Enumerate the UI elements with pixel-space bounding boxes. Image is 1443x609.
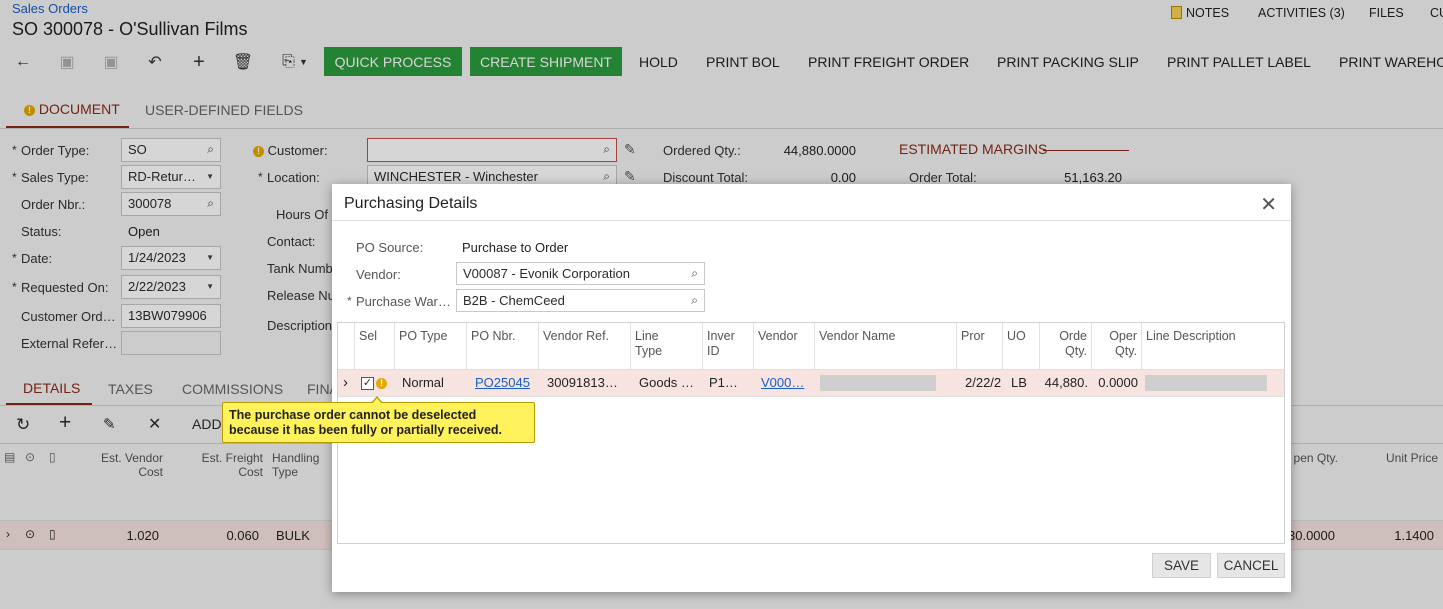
row-vendor-ref: 30091813… xyxy=(547,375,618,390)
col-label: Orde xyxy=(1059,329,1087,343)
search-icon[interactable]: ⌕ xyxy=(691,293,698,308)
vendor-label: Vendor: xyxy=(356,267,401,282)
po-source-value: Purchase to Order xyxy=(462,240,569,255)
row-po-type: Normal xyxy=(402,375,444,390)
col-expand xyxy=(338,323,355,369)
row-vendor[interactable]: V000… xyxy=(757,370,813,396)
col-po-type[interactable]: PO Type xyxy=(395,323,467,369)
col-po-nbr[interactable]: PO Nbr. xyxy=(467,323,539,369)
col-uom[interactable]: UO xyxy=(1003,323,1040,369)
dialog-title: Purchasing Details xyxy=(344,195,478,212)
divider xyxy=(332,220,1291,221)
po-source-label: PO Source: xyxy=(356,240,424,255)
save-button[interactable]: SAVE xyxy=(1152,553,1211,578)
col-label: Qty. xyxy=(1065,344,1087,358)
col-sel[interactable]: Sel xyxy=(355,323,395,369)
validation-tooltip: The purchase order cannot be deselected … xyxy=(222,396,535,443)
col-label: Oper xyxy=(1109,329,1137,343)
row-order-qty: 44,880. xyxy=(1044,375,1088,390)
row-po-nbr[interactable]: PO25045 xyxy=(471,370,541,396)
search-icon[interactable]: ⌕ xyxy=(691,266,698,281)
col-vendor-name[interactable]: Vendor Name xyxy=(815,323,957,369)
row-open-qty: 0.0000 xyxy=(1098,375,1138,390)
col-label: Type xyxy=(635,344,663,358)
purchase-warehouse-value: B2B - ChemCeed xyxy=(463,293,565,308)
col-promised[interactable]: Pror xyxy=(957,323,1003,369)
warning-icon: ! xyxy=(376,378,387,389)
row-sel-cell[interactable]: ✓ ! xyxy=(361,377,387,390)
col-order-qty[interactable]: Orde Qty. xyxy=(1040,323,1092,369)
checkbox[interactable]: ✓ xyxy=(361,377,374,390)
close-icon[interactable]: ✕ xyxy=(1260,192,1277,217)
purchase-warehouse-label: Purchase War… xyxy=(347,294,451,309)
row-line-type: Goods … xyxy=(639,375,694,390)
redacted-line-description xyxy=(1145,375,1267,391)
cancel-button[interactable]: CANCEL xyxy=(1217,553,1285,578)
vendor-field[interactable]: V00087 - Evonik Corporation ⌕ xyxy=(456,262,705,285)
col-vendor-ref[interactable]: Vendor Ref. xyxy=(539,323,631,369)
po-link[interactable]: PO25045 xyxy=(475,375,530,390)
col-label: Inver xyxy=(707,329,735,343)
col-vendor[interactable]: Vendor xyxy=(754,323,815,369)
col-label: ID xyxy=(707,344,720,358)
purchasing-details-dialog: Purchasing Details ✕ PO Source: Purchase… xyxy=(332,184,1291,592)
col-open-qty[interactable]: Oper Qty. xyxy=(1092,323,1142,369)
col-line-description[interactable]: Line Description xyxy=(1142,323,1284,369)
row-expand-icon[interactable]: › xyxy=(339,370,355,396)
row-uom: LB xyxy=(1011,375,1027,390)
col-label: Qty. xyxy=(1115,344,1137,358)
tooltip-line: because it has been fully or partially r… xyxy=(229,423,503,437)
vendor-link[interactable]: V000… xyxy=(761,375,804,390)
col-label: Line xyxy=(635,329,659,343)
table-row[interactable]: › ✓ ! Normal PO25045 30091813… Goods … P… xyxy=(338,369,1284,397)
tooltip-line: The purchase order cannot be deselected xyxy=(229,408,477,422)
col-line-type[interactable]: Line Type xyxy=(631,323,703,369)
redacted-vendor-name xyxy=(820,375,936,391)
purchase-warehouse-field[interactable]: B2B - ChemCeed ⌕ xyxy=(456,289,705,312)
vendor-value: V00087 - Evonik Corporation xyxy=(463,266,630,281)
row-promised: 2/22/2 xyxy=(965,375,1002,390)
row-inventory-id: P1… xyxy=(709,375,738,390)
col-inventory-id[interactable]: Inver ID xyxy=(703,323,754,369)
